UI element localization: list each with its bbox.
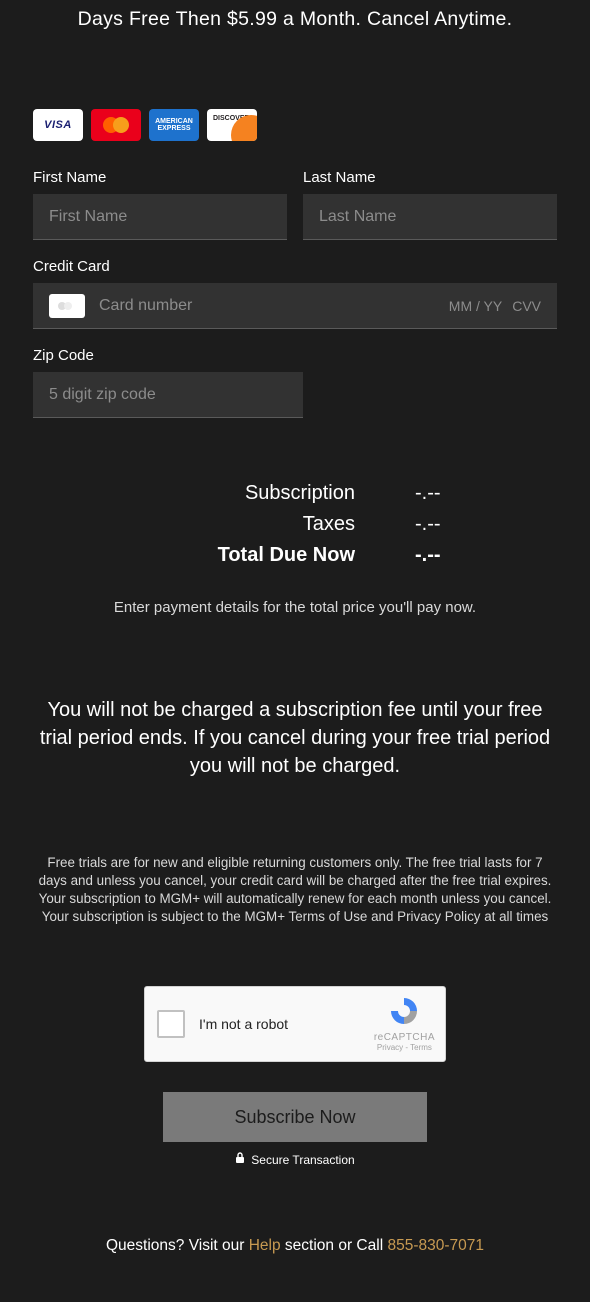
secure-label: Secure Transaction xyxy=(251,1153,354,1167)
subscription-label: Subscription xyxy=(95,482,415,505)
taxes-label: Taxes xyxy=(95,513,415,536)
total-value: -.-- xyxy=(415,544,495,567)
credit-card-label: Credit Card xyxy=(33,258,557,275)
first-name-input[interactable] xyxy=(33,194,287,240)
footer-questions: Questions? Visit our Help section or Cal… xyxy=(33,1237,557,1255)
subscribe-button[interactable]: Subscribe Now xyxy=(163,1092,427,1142)
recaptcha-brand: reCAPTCHA Privacy - Terms xyxy=(374,995,435,1052)
phone-link[interactable]: 855-830-7071 xyxy=(387,1237,484,1254)
page-headline: Days Free Then $5.99 a Month. Cancel Any… xyxy=(33,0,557,31)
subscription-value: -.-- xyxy=(415,482,495,505)
card-expiry-placeholder[interactable]: MM / YY xyxy=(449,298,502,314)
discover-icon: DISCOVER xyxy=(207,109,257,141)
recaptcha-widget[interactable]: I'm not a robot reCAPTCHA Privacy - Term… xyxy=(144,986,446,1062)
taxes-value: -.-- xyxy=(415,513,495,536)
legal-text: Free trials are for new and eligible ret… xyxy=(33,854,557,926)
zip-input[interactable] xyxy=(33,372,303,418)
recaptcha-checkbox[interactable] xyxy=(157,1010,185,1038)
total-label: Total Due Now xyxy=(95,544,415,567)
trial-notice: You will not be charged a subscription f… xyxy=(33,696,557,780)
help-link[interactable]: Help xyxy=(249,1237,281,1254)
lock-icon xyxy=(235,1152,245,1167)
secure-transaction: Secure Transaction xyxy=(33,1152,557,1167)
order-summary: Subscription -.-- Taxes -.-- Total Due N… xyxy=(95,478,495,571)
recaptcha-icon xyxy=(374,995,435,1032)
last-name-label: Last Name xyxy=(303,169,557,186)
first-name-label: First Name xyxy=(33,169,287,186)
last-name-input[interactable] xyxy=(303,194,557,240)
amex-icon: AMERICANEXPRESS xyxy=(149,109,199,141)
summary-note: Enter payment details for the total pric… xyxy=(33,599,557,616)
card-icon xyxy=(49,294,85,318)
accepted-cards: VISA AMERICANEXPRESS DISCOVER xyxy=(33,109,557,141)
zip-label: Zip Code xyxy=(33,347,557,364)
card-cvv-placeholder[interactable]: CVV xyxy=(512,298,541,314)
card-number-input[interactable] xyxy=(99,297,439,315)
credit-card-field[interactable]: MM / YY CVV xyxy=(33,283,557,329)
visa-icon: VISA xyxy=(33,109,83,141)
mastercard-icon xyxy=(91,109,141,141)
recaptcha-label: I'm not a robot xyxy=(199,1016,288,1032)
